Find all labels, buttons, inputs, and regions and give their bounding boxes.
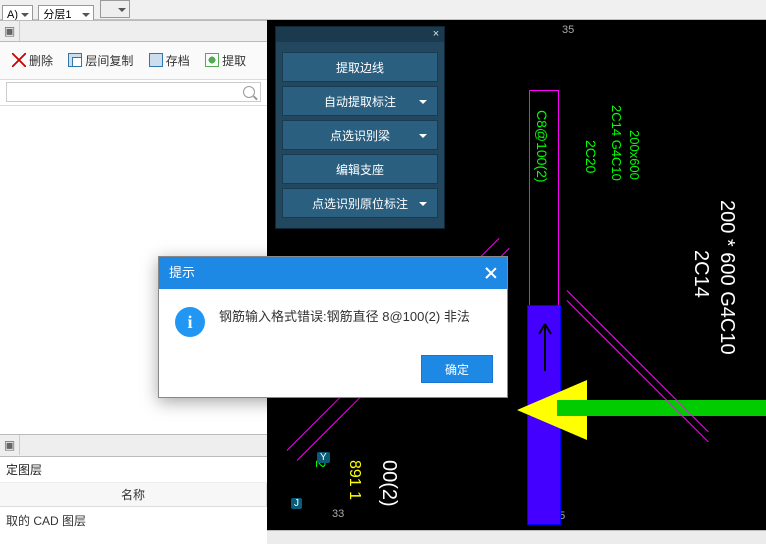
- specified-layer-title: 定图层: [0, 457, 267, 483]
- dialog-titlebar[interactable]: 提示: [159, 257, 507, 289]
- cad-text-200x600: 200x600: [627, 130, 642, 180]
- layers-panel: ▣ 定图层 名称 取的 CAD 图层: [0, 434, 267, 534]
- panel-header-layers: ▣: [0, 435, 267, 457]
- floating-identify-menu: × 提取边线 自动提取标注 点选识别梁 编辑支座 点选识别原位标注: [275, 26, 445, 229]
- ok-button[interactable]: 确定: [421, 355, 493, 383]
- cad-text-2c20: 2C20: [583, 140, 599, 173]
- canvas-tabbar: [267, 530, 766, 544]
- auto-extract-annot-button[interactable]: 自动提取标注: [282, 86, 438, 116]
- cad-text-891: 891 1: [345, 460, 363, 500]
- extract-label: 提取: [222, 52, 246, 69]
- delete-icon: [12, 53, 26, 67]
- extract-button[interactable]: 提取: [199, 46, 252, 74]
- cad-text-c8: C8@100(2): [534, 110, 550, 183]
- node-label-j: J: [291, 498, 302, 509]
- save-icon: [149, 53, 163, 67]
- dropdown-c[interactable]: [100, 0, 130, 18]
- search-row: [0, 80, 267, 106]
- cad-text-00-2: 00(2): [377, 460, 400, 507]
- dialog-title-text: 提示: [169, 265, 195, 280]
- delete-label: 删除: [29, 52, 53, 69]
- point-identify-origin-button[interactable]: 点选识别原位标注: [282, 188, 438, 218]
- beam-green: [557, 400, 766, 416]
- layers-table-header: 名称: [0, 483, 267, 507]
- delete-button[interactable]: 删除: [6, 46, 59, 74]
- cad-text-2c14-a: 2C14 G4C10: [609, 105, 624, 181]
- toolbar-row: 删除 层间复制 存档 提取: [0, 42, 267, 80]
- close-icon[interactable]: ×: [430, 28, 442, 40]
- floating-menu-titlebar[interactable]: ×: [276, 27, 444, 42]
- search-input[interactable]: [6, 82, 261, 102]
- search-icon[interactable]: [243, 86, 255, 98]
- archive-button[interactable]: 存档: [143, 46, 196, 74]
- dim-line-4: [567, 300, 709, 442]
- col-name-header: 名称: [0, 483, 267, 506]
- error-dialog: 提示 i 钢筋输入格式错误:钢筋直径 8@100(2) 非法 确定: [158, 256, 508, 398]
- extract-icon: [205, 53, 219, 67]
- panel-collapse-icon[interactable]: ▣: [0, 21, 20, 41]
- cad-text-200-600: 200 * 600 G4C10: [715, 200, 738, 355]
- edit-support-button[interactable]: 编辑支座: [282, 154, 438, 184]
- layers-table-row[interactable]: 取的 CAD 图层: [0, 507, 267, 534]
- extract-edge-button[interactable]: 提取边线: [282, 52, 438, 82]
- arrow-up-icon: [535, 316, 555, 376]
- close-icon[interactable]: [483, 265, 499, 281]
- grid-number-top: 35: [562, 24, 574, 36]
- archive-label: 存档: [166, 52, 190, 69]
- node-label-y: Y: [317, 452, 330, 463]
- copy-icon: [68, 53, 82, 67]
- panel-collapse-icon[interactable]: ▣: [0, 435, 20, 455]
- dialog-message: 钢筋输入格式错误:钢筋直径 8@100(2) 非法: [219, 307, 470, 337]
- interfloor-copy-label: 层间复制: [85, 52, 133, 69]
- cad-text-2c14-w: 2C14: [689, 250, 712, 298]
- top-dropdown-strip: A) 分层1: [0, 0, 766, 20]
- info-icon: i: [175, 307, 205, 337]
- panel-header-top: ▣: [0, 20, 267, 42]
- grid-number-bottom-left: 33: [332, 508, 344, 520]
- interfloor-copy-button[interactable]: 层间复制: [62, 46, 139, 74]
- point-identify-beam-button[interactable]: 点选识别梁: [282, 120, 438, 150]
